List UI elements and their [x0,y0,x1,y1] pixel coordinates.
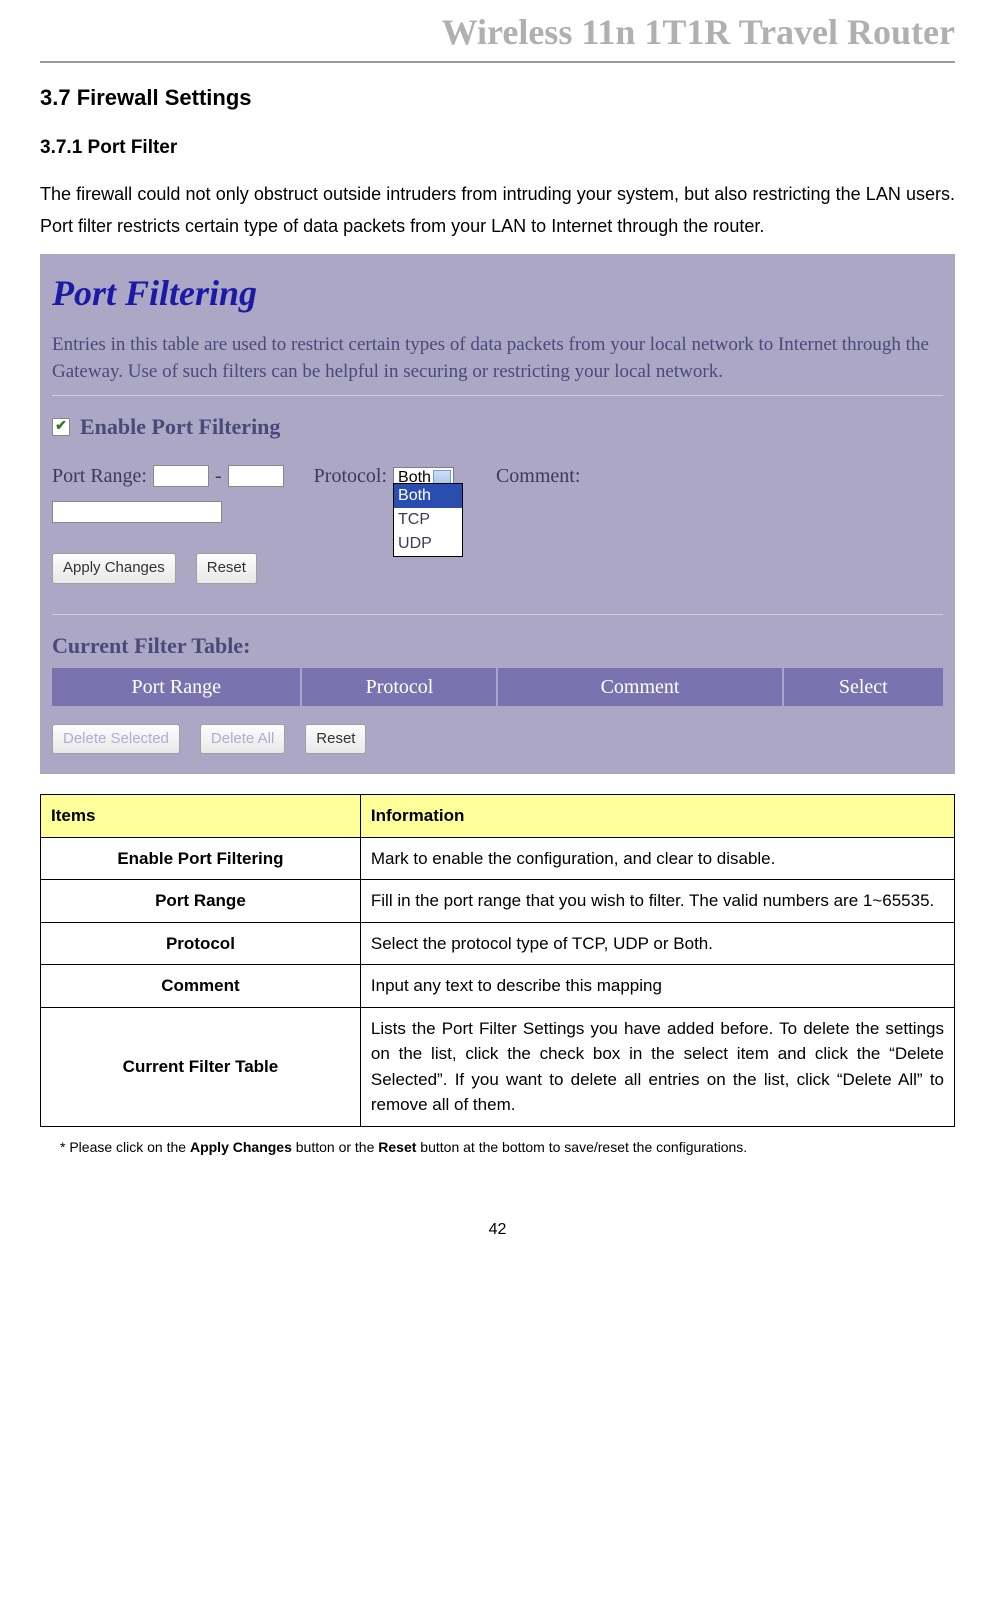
panel-title: Port Filtering [52,266,943,320]
reset-button[interactable]: Reset [196,553,257,584]
divider [52,395,943,396]
table-row: Comment Input any text to describe this … [41,965,955,1008]
table-row: Enable Port Filtering Mark to enable the… [41,837,955,880]
filter-table-title: Current Filter Table: [52,629,943,662]
col-protocol: Protocol [301,668,497,706]
subsection-heading: 3.7.1 Port Filter [40,134,955,163]
table-row: Port Range Fill in the port range that y… [41,880,955,923]
protocol-label: Protocol: [314,461,387,491]
apply-changes-button[interactable]: Apply Changes [52,553,176,584]
comment-input[interactable] [52,501,222,523]
comment-label: Comment: [496,461,580,491]
delete-selected-button[interactable]: Delete Selected [52,724,180,755]
delete-all-button[interactable]: Delete All [200,724,285,755]
protocol-option-udp[interactable]: UDP [394,532,462,556]
port-range-from-input[interactable] [153,465,209,487]
row-info: Input any text to describe this mapping [360,965,954,1008]
hdr-items: Items [41,795,361,838]
row-item: Current Filter Table [41,1007,361,1126]
protocol-option-both[interactable]: Both [394,484,462,508]
row-info: Fill in the port range that you wish to … [360,880,954,923]
doc-header-title: Wireless 11n 1T1R Travel Router [40,0,955,63]
row-info: Select the protocol type of TCP, UDP or … [360,922,954,965]
table-row: Protocol Select the protocol type of TCP… [41,922,955,965]
items-information-table: Items Information Enable Port Filtering … [40,794,955,1127]
protocol-dropdown-list: Both TCP UDP [393,483,463,557]
col-port-range: Port Range [52,668,301,706]
hdr-information: Information [360,795,954,838]
enable-label: Enable Port Filtering [80,410,280,443]
port-range-to-input[interactable] [228,465,284,487]
protocol-option-tcp[interactable]: TCP [394,508,462,532]
divider-2 [52,614,943,615]
row-item: Enable Port Filtering [41,837,361,880]
dash: - [215,461,222,491]
row-item: Port Range [41,880,361,923]
row-item: Protocol [41,922,361,965]
row-item: Comment [41,965,361,1008]
section-heading: 3.7 Firewall Settings [40,81,955,114]
footnote: * Please click on the Apply Changes butt… [60,1137,955,1158]
port-filtering-screenshot: Port Filtering Entries in this table are… [40,254,955,774]
reset-button-2[interactable]: Reset [305,724,366,755]
col-comment: Comment [497,668,782,706]
row-info: Mark to enable the configuration, and cl… [360,837,954,880]
panel-description: Entries in this table are used to restri… [52,332,943,385]
page-number: 42 [40,1218,955,1242]
port-range-label: Port Range: [52,461,147,491]
enable-checkbox[interactable]: ✔ [52,418,70,436]
current-filter-table: Port Range Protocol Comment Select [52,668,943,706]
table-row: Current Filter Table Lists the Port Filt… [41,1007,955,1126]
intro-paragraph: The firewall could not only obstruct out… [40,178,955,243]
row-info: Lists the Port Filter Settings you have … [360,1007,954,1126]
col-select: Select [783,668,943,706]
